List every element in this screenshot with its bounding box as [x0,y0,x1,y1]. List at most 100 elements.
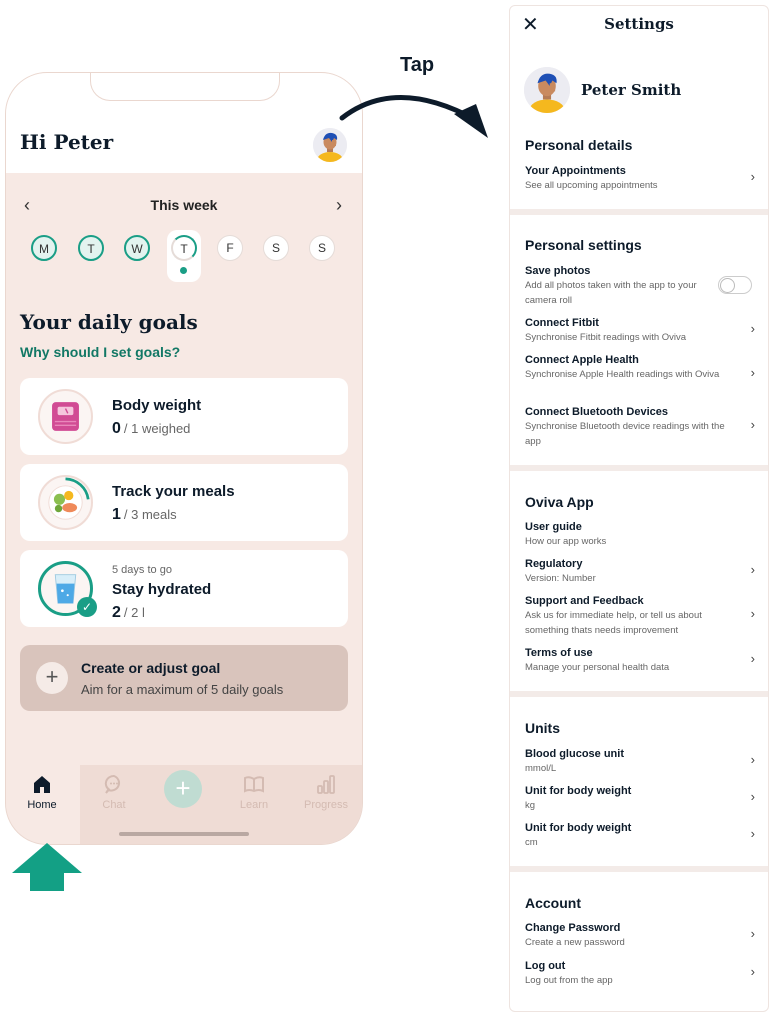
book-icon [244,776,264,793]
save-photos-toggle[interactable] [718,276,752,294]
day-monday[interactable]: M [31,235,57,261]
item-description: How our app works [525,536,607,547]
item-label: Terms of use [525,647,593,659]
day-wednesday[interactable]: W [124,235,150,261]
item-description: kg [525,800,536,811]
tab-learn[interactable]: Learn [224,773,284,811]
settings-item-bluetooth[interactable]: Connect Bluetooth Devices Synchronise Bl… [525,405,755,449]
chevron-right-icon: › [750,417,755,432]
chevron-right-icon: › [750,169,755,184]
greeting-title: Hi Peter [20,130,114,154]
item-description: Log out from the app [525,975,613,986]
plus-icon: + [36,662,68,694]
arrow-up-icon [12,843,82,891]
goal-card-meals[interactable]: Track your meals 1/ 3 meals [20,464,348,541]
avatar-icon [524,67,570,113]
settings-item-support[interactable]: Support and Feedback Ask us for immediat… [525,594,755,638]
goal-card-hydration[interactable]: ✓ 5 days to go Stay hydrated 2/ 2 l [20,550,348,627]
item-label: Support and Feedback [525,595,644,607]
settings-item-glucose-unit[interactable]: Blood glucose unit mmol/L › [525,747,755,776]
week-navigator: ‹ This week › [6,195,362,215]
add-entry-button[interactable]: + [164,770,202,808]
plus-icon: + [175,773,191,803]
item-label: Save photos [525,265,591,277]
tab-chat[interactable]: Chat [84,773,144,811]
section-units: Units [525,720,560,736]
goals-heading: Your daily goals [20,310,198,334]
item-description: cm [525,837,538,848]
chevron-right-icon: › [750,606,755,621]
tab-label: Learn [239,799,269,811]
goal-name: Track your meals [112,483,235,500]
chevron-right-icon: › [750,321,755,336]
divider [510,209,768,215]
goal-progress: 1/ 3 meals [112,506,177,523]
settings-item-terms[interactable]: Terms of use Manage your personal health… [525,646,755,675]
today-indicator-dot [180,267,187,274]
tab-label: Progress [303,799,349,811]
chevron-right-icon: › [750,826,755,841]
item-label: Unit for body weight [525,822,632,834]
tab-label: Home [27,799,57,811]
scale-icon [38,389,93,444]
item-label: Blood glucose unit [525,748,624,760]
section-account: Account [525,895,581,911]
item-label: Connect Apple Health [525,354,639,366]
divider [510,465,768,471]
item-description: Synchronise Bluetooth device readings wi… [525,421,725,447]
goal-card-body-weight[interactable]: Body weight 0/ 1 weighed [20,378,348,455]
settings-item-regulatory[interactable]: Regulatory Version: Number › [525,557,755,586]
goals-info-link[interactable]: Why should I set goals? [20,344,180,360]
tab-home[interactable]: Home [12,773,72,811]
chevron-right-icon: › [750,964,755,979]
settings-item-change-password[interactable]: Change Password Create a new password › [525,921,755,950]
settings-item-weight-unit[interactable]: Unit for body weight kg › [525,784,755,813]
home-icon [34,776,50,793]
item-description: Create a new password [525,937,625,948]
curved-arrow-icon [339,95,488,138]
item-description: Manage your personal health data [525,662,670,673]
chevron-right-icon: › [750,752,755,767]
day-saturday[interactable]: S [263,235,289,261]
settings-item-user-guide[interactable]: User guide How our app works [525,520,755,549]
item-label: Unit for body weight [525,785,632,797]
chevron-right-icon[interactable]: › [336,195,342,216]
create-goal-button[interactable]: + Create or adjust goal Aim for a maximu… [20,645,348,711]
settings-item-appointments[interactable]: Your Appointments See all upcoming appoi… [525,164,755,193]
phone-home-screen: Hi Peter ‹ This week › M T W T F S S You… [5,72,363,845]
goal-progress: 0/ 1 weighed [112,420,191,437]
goal-name: Stay hydrated [112,581,212,598]
item-description: Add all photos taken with the app to you… [525,280,697,306]
section-personal-details: Personal details [525,137,633,153]
item-label: Connect Bluetooth Devices [525,406,669,418]
item-label: Connect Fitbit [525,317,599,329]
section-personal-settings: Personal settings [525,237,642,253]
create-goal-subtitle: Aim for a maximum of 5 daily goals [81,682,284,697]
day-tuesday[interactable]: T [78,235,104,261]
check-icon: ✓ [77,597,97,617]
item-label: Log out [525,960,566,972]
settings-item-fitbit[interactable]: Connect Fitbit Synchronise Fitbit readin… [525,316,755,345]
settings-item-height-unit[interactable]: Unit for body weight cm › [525,821,755,850]
item-label: Your Appointments [525,165,626,177]
goal-subtitle: 5 days to go [112,564,172,576]
week-title: This week [150,197,218,213]
item-description: mmol/L [525,763,557,774]
create-goal-title: Create or adjust goal [81,660,221,676]
day-thursday-today[interactable]: T [171,235,197,261]
tab-label: Chat [102,799,126,811]
settings-item-apple-health[interactable]: Connect Apple Health Synchronise Apple H… [525,353,755,382]
settings-item-log-out[interactable]: Log out Log out from the app › [525,959,755,988]
settings-screen: ✕ Settings Peter Smith Personal details … [509,5,769,1012]
day-friday[interactable]: F [217,235,243,261]
divider [510,866,768,872]
item-description: Ask us for immediate help, or tell us ab… [525,610,702,636]
tab-progress[interactable]: Progress [296,773,356,811]
item-label: Change Password [525,922,621,934]
day-sunday[interactable]: S [309,235,335,261]
goal-name: Body weight [112,397,202,414]
chevron-right-icon: › [750,365,755,380]
item-description: Synchronise Apple Health readings with O… [525,369,720,380]
meal-plate-icon [38,475,93,530]
item-label: User guide [525,521,582,533]
